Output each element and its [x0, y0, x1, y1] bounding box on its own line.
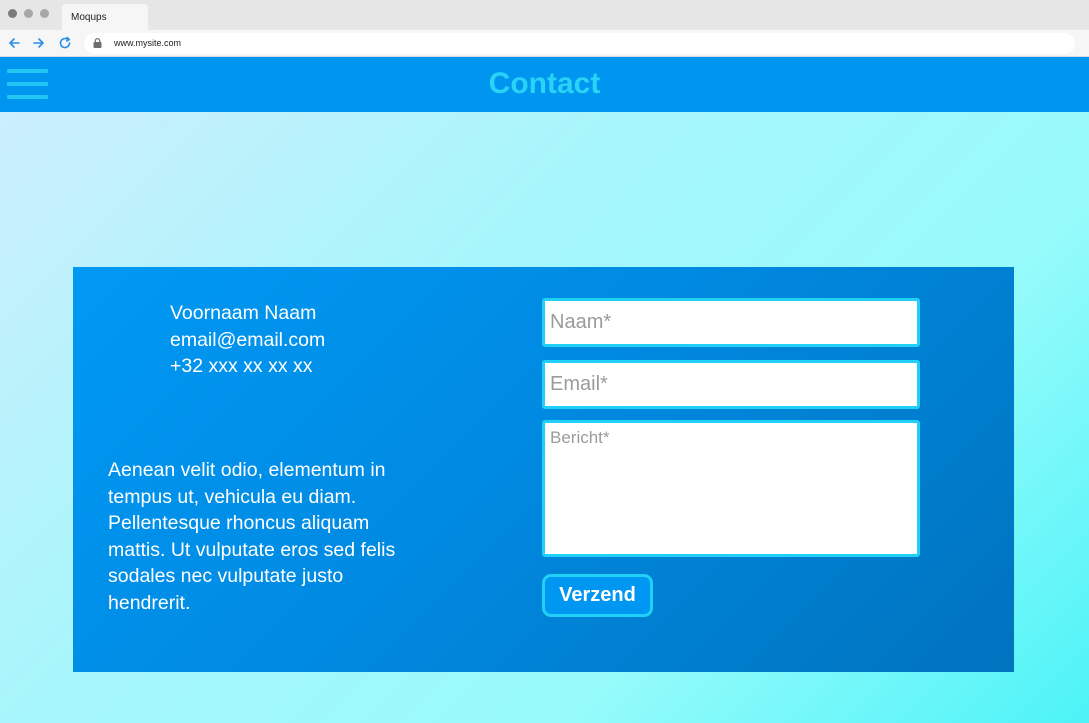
window-minimize-dot[interactable]	[24, 9, 33, 18]
contact-card: Voornaam Naam email@email.com +32 xxx xx…	[73, 267, 1014, 672]
page-title: Contact	[488, 67, 601, 100]
contact-email: email@email.com	[170, 328, 326, 351]
url-input[interactable]: www.mysite.com	[84, 33, 1075, 54]
forward-arrow-icon[interactable]	[32, 36, 46, 50]
contact-phone: +32 xxx xx xx xx	[170, 355, 313, 377]
site-header: Contact	[0, 57, 1089, 112]
submit-button[interactable]: Verzend	[542, 574, 653, 617]
email-input[interactable]	[542, 360, 920, 409]
description-text: Aenean velit odio, elementum in tempus u…	[108, 459, 396, 614]
browser-tab-bar: Moqups	[0, 0, 1089, 30]
contact-name: Voornaam Naam	[170, 302, 317, 324]
url-text: www.mysite.com	[114, 38, 182, 48]
reload-icon[interactable]	[58, 36, 72, 50]
browser-tab[interactable]: Moqups	[62, 4, 148, 30]
window-close-dot[interactable]	[8, 9, 17, 18]
back-arrow-icon[interactable]	[7, 36, 21, 50]
window-maximize-dot[interactable]	[40, 9, 49, 18]
lock-icon	[93, 38, 102, 48]
page-content: Contact Voornaam Naam email@email.com +3…	[0, 57, 1089, 723]
message-textarea[interactable]	[542, 420, 920, 557]
contact-details: Voornaam Naam email@email.com +32 xxx xx…	[170, 300, 325, 380]
browser-address-bar: www.mysite.com	[0, 30, 1089, 57]
name-input[interactable]	[542, 298, 920, 347]
